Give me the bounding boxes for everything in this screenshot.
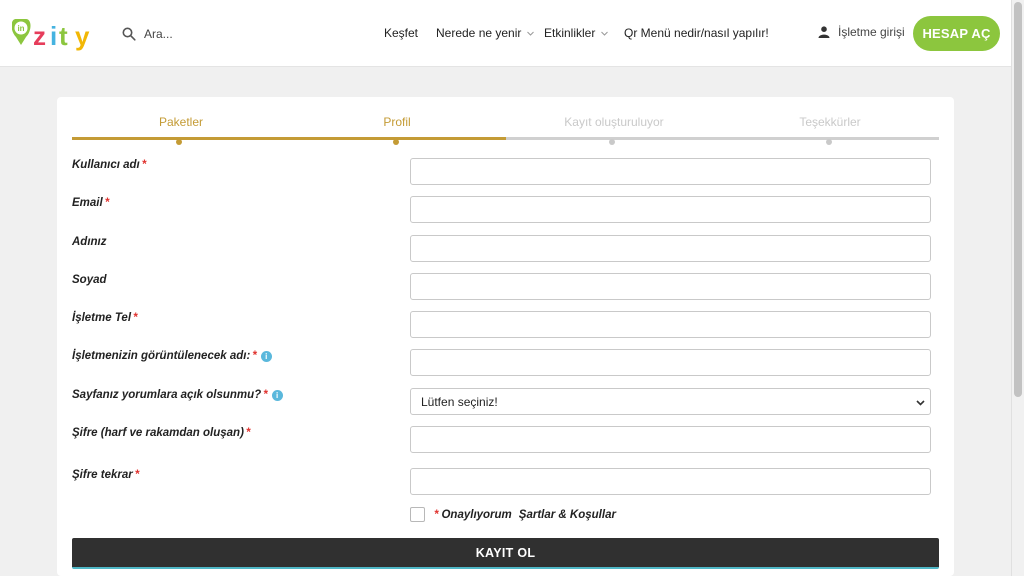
agree-text: Onaylıyorum: [441, 508, 512, 521]
info-icon[interactable]: i: [271, 389, 283, 401]
register-button[interactable]: KAYIT OL: [72, 538, 939, 569]
label-text: Şifre (harf ve rakamdan oluşan): [72, 427, 244, 439]
step-tesekkurler: Teşekkürler: [799, 115, 861, 129]
login-label: İşletme girişi: [838, 25, 905, 39]
last-name-label: Soyad: [72, 274, 107, 286]
label-text: Adınız: [72, 236, 107, 248]
comments-open-label: Sayfanız yorumlara açık olsunmu? * i: [72, 389, 283, 401]
terms-link[interactable]: Şartlar & Koşullar: [519, 509, 616, 521]
select-value: Lütfen seçiniz!: [421, 394, 498, 409]
terms-agreement: * Onaylıyorum Şartlar & Koşullar: [410, 507, 616, 522]
search-box[interactable]: Ara...: [122, 25, 173, 43]
email-input[interactable]: [410, 196, 931, 223]
username-label: Kullanıcı adı *: [72, 159, 146, 171]
inzity-logo[interactable]: in z i t y: [12, 17, 106, 51]
business-phone-input[interactable]: [410, 311, 931, 338]
user-icon: [818, 26, 830, 38]
nav-kesfet[interactable]: Keşfet: [384, 26, 418, 40]
nav-label: Qr Menü nedir/nasıl yapılır!: [624, 26, 769, 40]
nav-qr-menu[interactable]: Qr Menü nedir/nasıl yapılır!: [624, 26, 769, 40]
page-scrollbar[interactable]: [1011, 0, 1024, 576]
step-marker: [609, 139, 615, 145]
label-text: Soyad: [72, 274, 107, 286]
nav-etkinlikler[interactable]: Etkinlikler: [544, 26, 609, 40]
nav-label: Nerede ne yenir: [436, 26, 522, 40]
info-icon[interactable]: i: [260, 350, 272, 362]
nav-nerede-ne-yenir[interactable]: Nerede ne yenir: [436, 26, 535, 40]
scrollbar-thumb[interactable]: [1014, 2, 1022, 397]
display-name-label: İşletmenizin görüntülenecek adı: * i: [72, 350, 272, 362]
nav-label: Keşfet: [384, 26, 419, 40]
chevron-down-icon: [527, 31, 535, 36]
business-phone-label: İşletme Tel *: [72, 312, 138, 324]
step-marker: [826, 139, 832, 145]
search-placeholder: Ara...: [144, 27, 173, 41]
required-mark: *: [104, 197, 110, 209]
svg-text:t: t: [59, 21, 68, 51]
label-text: Kullanıcı adı: [72, 159, 140, 171]
required-mark: *: [134, 469, 140, 481]
search-icon: [122, 27, 136, 41]
label-text: Sayfanız yorumlara açık olsunmu?: [72, 389, 262, 401]
svg-text:y: y: [75, 21, 90, 51]
required-mark: *: [252, 350, 257, 362]
top-header: in z i t y Ara... Keşfet Nerede ne yenir…: [0, 0, 1011, 67]
nav-label: Etkinlikler: [544, 26, 596, 40]
required-mark: *: [434, 508, 439, 521]
first-name-label: Adınız: [72, 236, 107, 248]
chevron-down-icon: [916, 400, 925, 406]
step-marker: [176, 139, 182, 145]
password-repeat-input[interactable]: [410, 468, 931, 495]
password-repeat-label: Şifre tekrar *: [72, 469, 139, 481]
required-mark: *: [245, 427, 251, 439]
label-text: İşletmenizin görüntülenecek adı:: [72, 350, 251, 362]
password-label: Şifre (harf ve rakamdan oluşan) *: [72, 427, 250, 439]
svg-text:in: in: [17, 24, 24, 33]
label-text: Email: [72, 197, 103, 209]
step-marker: [393, 139, 399, 145]
create-account-button[interactable]: HESAP AÇ: [913, 16, 1000, 51]
business-login-link[interactable]: İşletme girişi: [818, 25, 905, 39]
comments-open-select[interactable]: Lütfen seçiniz!: [410, 388, 931, 415]
last-name-input[interactable]: [410, 273, 931, 300]
terms-checkbox[interactable]: [410, 507, 425, 522]
required-mark: *: [263, 389, 268, 401]
username-input[interactable]: [410, 158, 931, 185]
chevron-down-icon: [601, 31, 609, 36]
step-kayit-olusturuluyor: Kayıt oluşturuluyor: [564, 115, 664, 129]
progress-bar-done: [72, 137, 506, 140]
progress-bar-todo: [506, 137, 939, 140]
first-name-input[interactable]: [410, 235, 931, 262]
step-profil: Profil: [383, 115, 411, 129]
label-text: İşletme Tel: [72, 312, 132, 324]
required-mark: *: [133, 312, 138, 324]
required-mark: *: [141, 159, 147, 171]
label-text: Şifre tekrar: [72, 469, 133, 481]
svg-text:i: i: [50, 21, 57, 51]
svg-text:z: z: [33, 21, 46, 51]
email-label: Email *: [72, 197, 109, 209]
password-input[interactable]: [410, 426, 931, 453]
display-name-input[interactable]: [410, 349, 931, 376]
step-paketler: Paketler: [158, 115, 204, 129]
